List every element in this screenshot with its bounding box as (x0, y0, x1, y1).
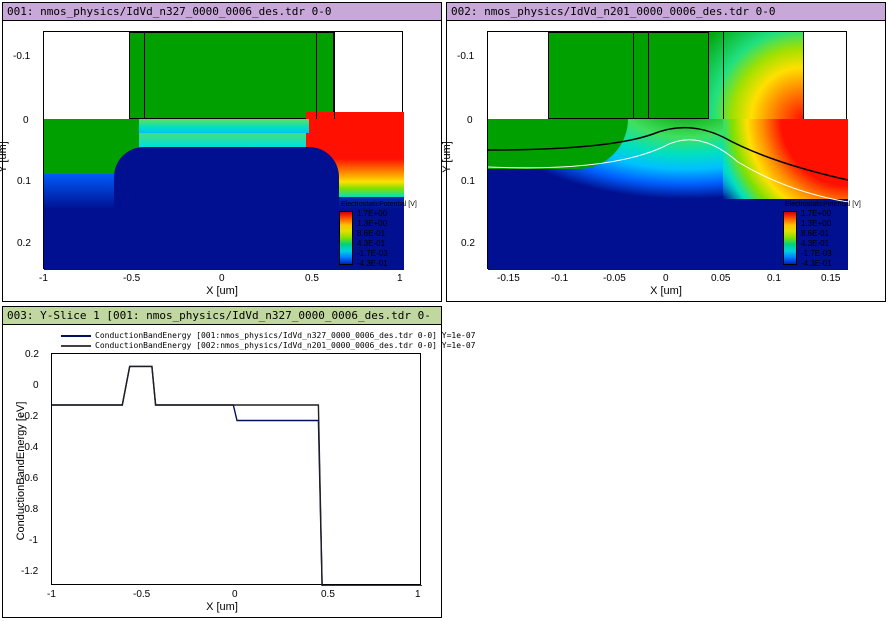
xtick: 0.5 (305, 273, 319, 284)
panel-2-ylabel: Y [um] (441, 141, 453, 173)
xtick: 0 (219, 273, 225, 284)
xtick: -0.5 (123, 273, 140, 284)
colorbar-title: ElectrostaticPotential [V] (341, 201, 417, 208)
line-chart-svg (52, 354, 422, 586)
panel-1-colorbar (339, 211, 353, 265)
panel-3[interactable]: 003: Y-Slice 1 [001: nmos_physics/IdVd_n… (2, 306, 442, 618)
xtick: 1 (397, 273, 403, 284)
panel-2[interactable]: 002: nmos_physics/IdVd_n201_0000_0006_de… (446, 2, 886, 302)
xtick: -1 (39, 273, 48, 284)
ytick: -0.1 (13, 51, 30, 62)
ytick: 0 (23, 115, 29, 126)
panel-2-title: 002: nmos_physics/IdVd_n201_0000_0006_de… (447, 3, 885, 21)
panel-2-colorbar (783, 211, 797, 265)
panel-3-plot[interactable] (51, 353, 421, 585)
ytick: 0.1 (17, 176, 31, 187)
legend-entry-2: ConductionBandEnergy [002:nmos_physics/I… (61, 341, 476, 350)
panel-3-title: 003: Y-Slice 1 [001: nmos_physics/IdVd_n… (3, 307, 441, 325)
ytick: 0.2 (17, 238, 31, 249)
panel-1-xlabel: X [um] (3, 285, 441, 297)
colorbar-title: ElectrostaticPotential [V] (785, 201, 861, 208)
panel-1-title: 001: nmos_physics/IdVd_n327_0000_0006_de… (3, 3, 441, 21)
panel-1-ylabel: Y [um] (0, 141, 9, 173)
panel-2-xlabel: X [um] (447, 285, 885, 297)
panel-3-xlabel: X [um] (3, 601, 441, 613)
legend-entry-1: ConductionBandEnergy [001:nmos_physics/I… (61, 331, 476, 340)
panel-1[interactable]: 001: nmos_physics/IdVd_n327_0000_0006_de… (2, 2, 442, 302)
